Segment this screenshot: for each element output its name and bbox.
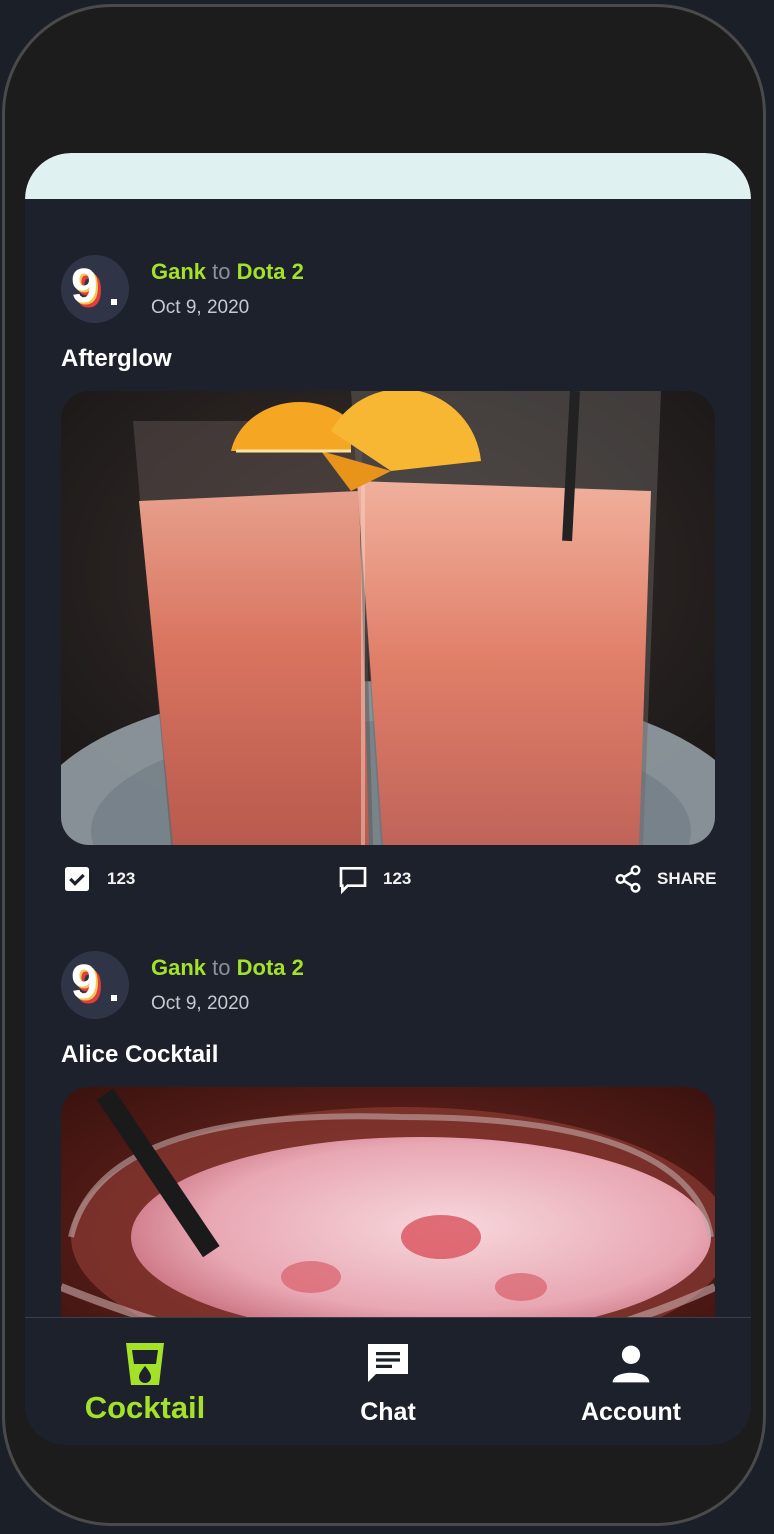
post-card[interactable]: 9 9 9 Gank to Dota 2 bbox=[61, 951, 715, 1317]
nav-tab-chat[interactable]: Chat bbox=[268, 1318, 508, 1445]
post-title[interactable]: Afterglow bbox=[61, 345, 172, 373]
to-label: to bbox=[212, 955, 231, 980]
device-frame: 9 9 9 Gank to Dota 2 Oct 9, 2020 Aftergl… bbox=[0, 0, 774, 1534]
nav-label-account: Account bbox=[581, 1398, 681, 1426]
post-actions: 123 123 SHARE bbox=[61, 861, 717, 897]
avatar-letter: 9 bbox=[71, 956, 98, 1009]
app-screen: 9 9 9 Gank to Dota 2 Oct 9, 2020 Aftergl… bbox=[25, 153, 751, 1445]
avatar[interactable]: 9 9 9 bbox=[61, 255, 129, 323]
post-date: Oct 9, 2020 bbox=[151, 993, 250, 1014]
post-card[interactable]: 9 9 9 Gank to Dota 2 bbox=[61, 255, 717, 895]
post-meta: Gank to Dota 2 Oct 9, 2020 bbox=[151, 259, 304, 319]
header-strip bbox=[25, 153, 751, 199]
bottom-navigation: Cocktail Chat Account bbox=[25, 1317, 751, 1445]
share-label: SHARE bbox=[657, 869, 717, 888]
post-header: 9 9 9 Gank to Dota 2 Oct 9, 2020 bbox=[61, 255, 715, 325]
like-count: 123 bbox=[107, 869, 136, 888]
nav-tab-cocktail[interactable]: Cocktail bbox=[25, 1318, 265, 1445]
avatar[interactable]: 9 9 9 bbox=[61, 951, 129, 1019]
share-button[interactable]: SHARE bbox=[613, 861, 717, 897]
like-button[interactable]: 123 bbox=[61, 861, 135, 897]
post-channel-link[interactable]: Dota 2 bbox=[237, 259, 304, 284]
post-user-link[interactable]: Gank bbox=[151, 259, 206, 284]
post-channel-link[interactable]: Dota 2 bbox=[237, 955, 304, 980]
person-icon bbox=[612, 1345, 650, 1383]
chat-bubble-icon bbox=[368, 1344, 408, 1382]
comment-count: 123 bbox=[383, 869, 412, 888]
post-meta: Gank to Dota 2 Oct 9, 2020 bbox=[151, 955, 304, 1015]
cocktail-glass-icon bbox=[126, 1343, 164, 1385]
nav-tab-account[interactable]: Account bbox=[511, 1318, 751, 1445]
post-user-link[interactable]: Gank bbox=[151, 955, 206, 980]
post-date: Oct 9, 2020 bbox=[151, 297, 250, 318]
comment-icon bbox=[339, 867, 367, 895]
nav-label-cocktail: Cocktail bbox=[84, 1390, 206, 1425]
phone-bezel: 9 9 9 Gank to Dota 2 Oct 9, 2020 Aftergl… bbox=[2, 4, 766, 1526]
to-label: to bbox=[212, 259, 231, 284]
post-feed[interactable]: 9 9 9 Gank to Dota 2 Oct 9, 2020 Aftergl… bbox=[25, 199, 751, 1317]
post-image[interactable] bbox=[61, 391, 715, 845]
checkbox-icon bbox=[65, 867, 89, 891]
comment-button[interactable]: 123 bbox=[337, 861, 411, 897]
post-title[interactable]: Alice Cocktail bbox=[61, 1041, 218, 1069]
post-header: 9 9 9 Gank to Dota 2 Oct 9, 2020 bbox=[61, 951, 715, 1021]
avatar-letter: 9 bbox=[71, 260, 98, 313]
share-icon bbox=[615, 865, 641, 893]
post-image[interactable] bbox=[61, 1087, 715, 1317]
nav-label-chat: Chat bbox=[360, 1398, 416, 1426]
